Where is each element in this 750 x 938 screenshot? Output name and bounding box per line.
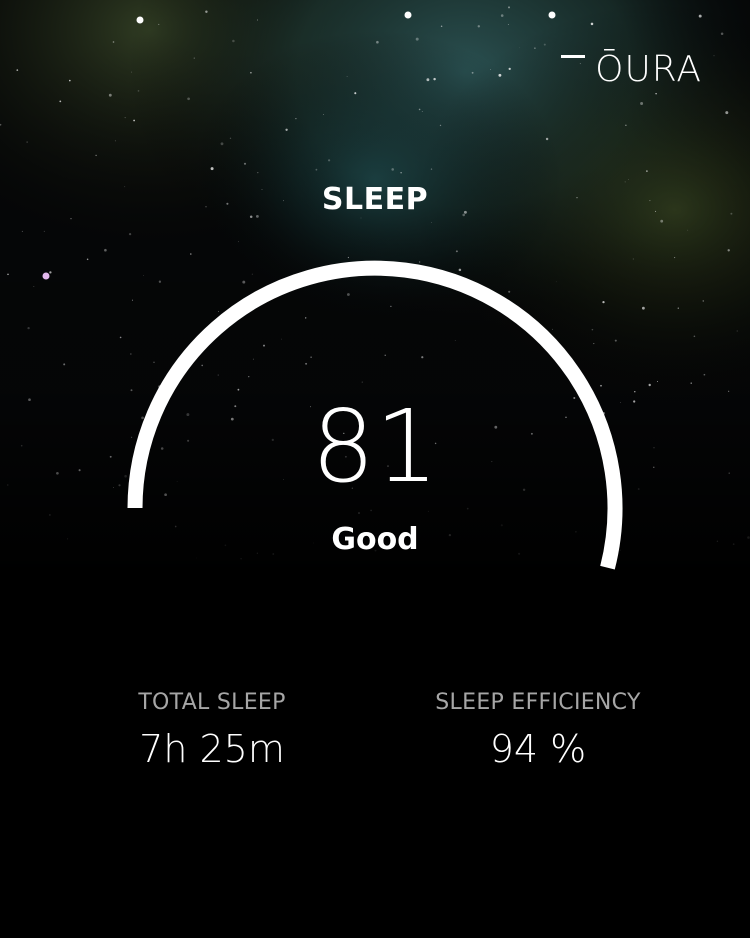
sleep-score-screen: ŌURA SLEEP 81 Good TOTAL SLEEP 7h 25m SL… (0, 0, 750, 938)
sleep-efficiency-value: 94 % (489, 727, 587, 771)
score-value: 81 (311, 388, 439, 505)
total-sleep-stat[interactable]: TOTAL SLEEP 7h 25m (62, 688, 362, 772)
sleep-score-gauge (127, 260, 623, 570)
total-sleep-label: TOTAL SLEEP (138, 690, 286, 715)
score-rating: Good (331, 522, 419, 557)
sleep-efficiency-stat[interactable]: SLEEP EFFICIENCY 94 % (388, 688, 688, 772)
total-sleep-value: 7h 25m (139, 727, 285, 771)
sleep-efficiency-label: SLEEP EFFICIENCY (435, 690, 641, 715)
